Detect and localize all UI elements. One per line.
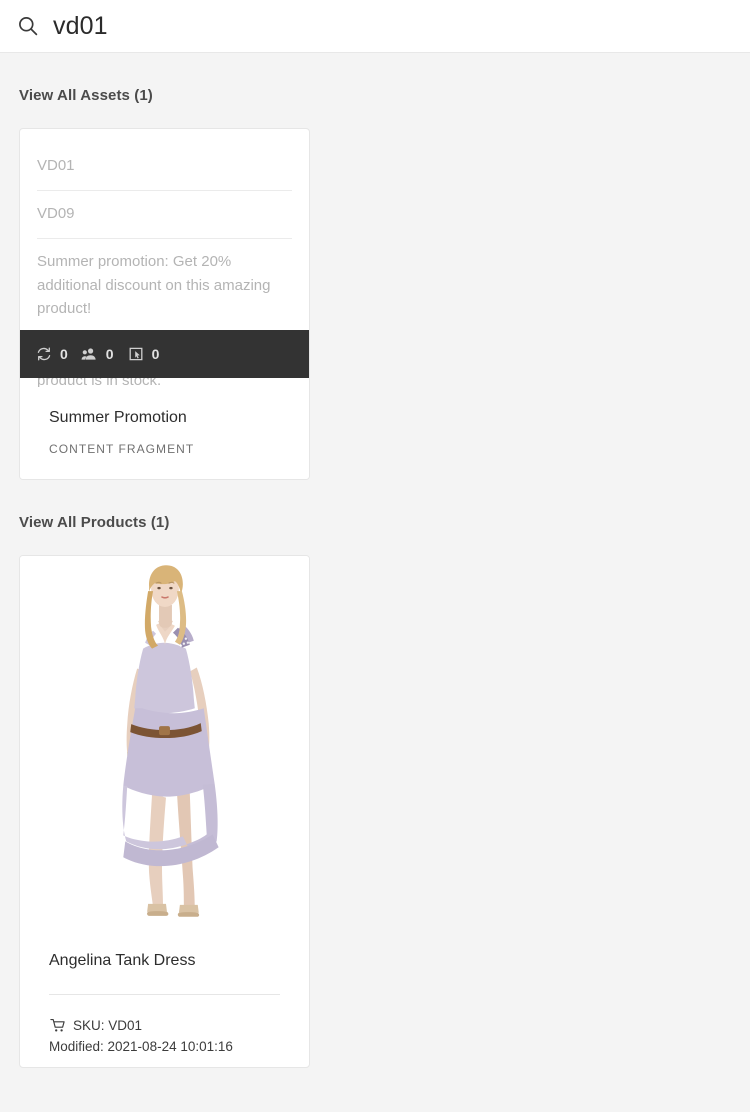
sync-icon — [35, 345, 53, 363]
fragment-line: VD09 — [37, 191, 292, 239]
asset-card-footer: Summer Promotion CONTENT FRAGMENT — [20, 387, 309, 479]
cart-icon — [49, 1018, 65, 1034]
fragment-preview: VD01 VD09 Summer promotion: Get 20% addi… — [20, 129, 309, 387]
asset-stats-overlay: 0 0 0 — [20, 330, 309, 378]
product-sku-line: SKU: VD01 — [49, 1015, 280, 1036]
assets-card-rail: VD01 VD09 Summer promotion: Get 20% addi… — [0, 106, 750, 480]
product-sku-value: SKU: VD01 — [73, 1018, 143, 1033]
product-card-body: Angelina Tank Dress SKU: VD01 Modified: … — [20, 934, 309, 1067]
product-modified-value: Modified: 2021-08-24 10:01:16 — [49, 1039, 233, 1054]
asset-card[interactable]: VD01 VD09 Summer promotion: Get 20% addi… — [19, 128, 310, 480]
stat-count: 0 — [105, 346, 114, 362]
products-card-rail: Angelina Tank Dress SKU: VD01 Modified: … — [0, 533, 750, 1068]
users-icon — [81, 345, 99, 363]
asset-card-title: Summer Promotion — [49, 409, 187, 426]
product-image — [20, 556, 309, 934]
results-page: View All Assets (1) VD01 VD09 Summer pro… — [0, 53, 750, 1112]
product-card[interactable]: Angelina Tank Dress SKU: VD01 Modified: … — [19, 555, 310, 1068]
stat-references[interactable]: 0 — [35, 345, 68, 363]
stat-count: 0 — [151, 346, 160, 362]
stat-annotations[interactable]: 0 — [127, 345, 160, 363]
search-icon[interactable] — [16, 14, 40, 38]
product-name: Angelina Tank Dress — [49, 950, 280, 995]
stat-users[interactable]: 0 — [81, 345, 114, 363]
stat-count: 0 — [60, 346, 68, 362]
assets-section-title[interactable]: View All Assets (1) — [0, 53, 750, 106]
search-header — [0, 0, 750, 53]
product-modified-line: Modified: 2021-08-24 10:01:16 — [49, 1036, 280, 1057]
search-input[interactable] — [53, 9, 750, 43]
asset-card-type: CONTENT FRAGMENT — [49, 442, 195, 456]
annotate-icon — [127, 345, 145, 363]
products-section-title[interactable]: View All Products (1) — [0, 480, 750, 533]
product-meta: SKU: VD01 Modified: 2021-08-24 10:01:16 — [49, 995, 280, 1057]
fragment-line: VD01 — [37, 145, 292, 191]
fragment-line: Summer promotion: Get 20% additional dis… — [37, 239, 292, 335]
